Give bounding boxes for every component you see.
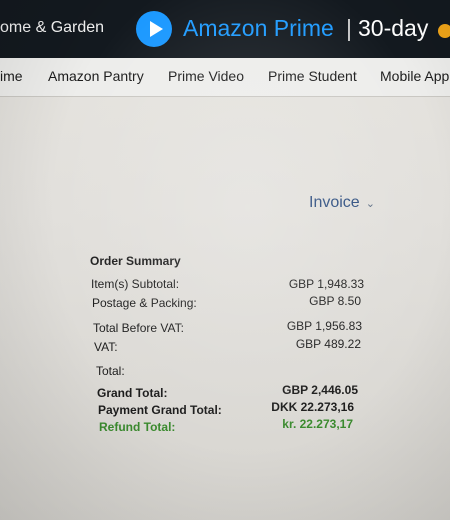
postage-value: GBP 8.50 (309, 294, 361, 308)
order-summary-heading: Order Summary (90, 254, 181, 268)
grand-total-value: GBP 2,446.05 (282, 383, 358, 397)
payment-grand-total-label: Payment Grand Total: (98, 403, 222, 417)
vat-label: VAT: (94, 340, 118, 354)
total-before-vat-value: GBP 1,956.83 (286, 319, 362, 333)
subtotal-value: GBP 1,948.33 (288, 277, 364, 291)
postage-label: Postage & Packing: (92, 296, 197, 310)
grand-total-label: Grand Total: (97, 386, 168, 400)
total-before-vat-label: Total Before VAT: (93, 321, 184, 335)
total-label: Total: (96, 364, 125, 378)
order-summary-panel: Order Summary Item(s) Subtotal: GBP 1,94… (0, 0, 450, 520)
refund-total-value: kr. 22.273,17 (282, 417, 353, 431)
subtotal-label: Item(s) Subtotal: (91, 277, 180, 291)
payment-grand-total-value: DKK 22.273,16 (271, 400, 354, 414)
browser-screen: ome & Garden Amazon Prime | 30-day ime A… (0, 0, 450, 520)
vat-value: GBP 489.22 (295, 337, 361, 351)
refund-total-label: Refund Total: (99, 420, 176, 434)
